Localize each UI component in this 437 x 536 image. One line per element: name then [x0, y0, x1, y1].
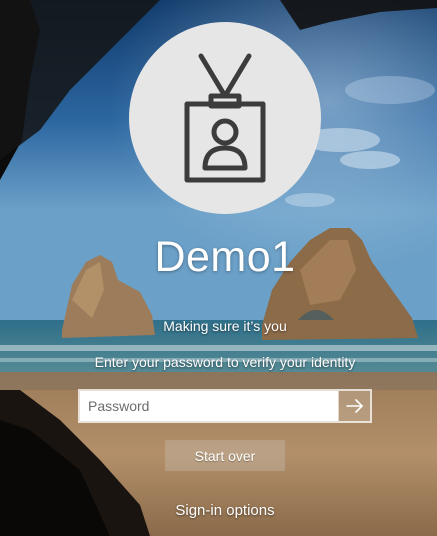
verify-title: Making sure it’s you [163, 318, 287, 334]
sign-in-options-link[interactable]: Sign-in options [0, 502, 437, 519]
submit-password-button[interactable] [338, 391, 370, 421]
password-box [78, 389, 372, 423]
user-name: Demo1 [154, 233, 296, 281]
arrow-right-icon [345, 399, 363, 413]
start-over-button[interactable]: Start over [165, 440, 285, 471]
verify-instruction: Enter your password to verify your ident… [94, 354, 356, 370]
password-input[interactable] [80, 391, 338, 421]
id-badge-icon [184, 53, 266, 183]
user-avatar [129, 22, 321, 214]
